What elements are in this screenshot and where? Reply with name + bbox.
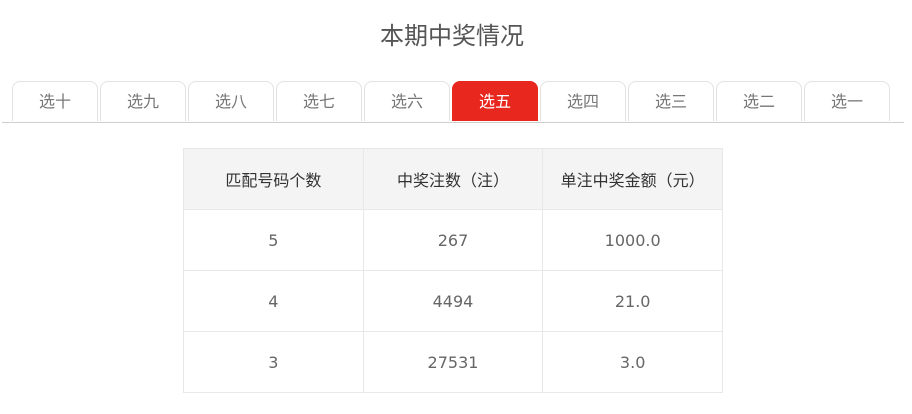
tab-select-6[interactable]: 选六 <box>364 81 450 121</box>
header-prize-amount: 单注中奖金额（元） <box>542 148 723 210</box>
tab-select-8[interactable]: 选八 <box>188 81 274 121</box>
tab-select-7[interactable]: 选七 <box>276 81 362 121</box>
tab-select-2[interactable]: 选二 <box>716 81 802 121</box>
tab-select-4[interactable]: 选四 <box>540 81 626 121</box>
tab-select-5[interactable]: 选五 <box>452 81 538 121</box>
tab-list: 选十 选九 选八 选七 选六 选五 选四 选三 选二 选一 <box>12 81 892 122</box>
tab-select-10[interactable]: 选十 <box>12 81 98 121</box>
table-row: 4 4494 21.0 <box>183 270 723 332</box>
table-header-row: 匹配号码个数 中奖注数（注） 单注中奖金额（元） <box>183 148 723 210</box>
prize-table: 匹配号码个数 中奖注数（注） 单注中奖金额（元） 5 267 1000.0 4 … <box>183 148 723 393</box>
cell-prize-amount: 3.0 <box>542 331 723 393</box>
cell-winning-bets: 4494 <box>362 270 544 332</box>
table-row: 5 267 1000.0 <box>183 209 723 271</box>
tab-select-3[interactable]: 选三 <box>628 81 714 121</box>
cell-match-count: 5 <box>183 209 364 271</box>
cell-match-count: 3 <box>183 331 364 393</box>
cell-prize-amount: 21.0 <box>542 270 723 332</box>
cell-match-count: 4 <box>183 270 364 332</box>
tab-select-1[interactable]: 选一 <box>804 81 890 121</box>
header-winning-bets: 中奖注数（注） <box>362 148 544 210</box>
page-title: 本期中奖情况 <box>380 22 524 50</box>
tab-bar: 选十 选九 选八 选七 选六 选五 选四 选三 选二 选一 <box>2 81 904 123</box>
cell-prize-amount: 1000.0 <box>542 209 723 271</box>
tab-select-9[interactable]: 选九 <box>100 81 186 121</box>
header-match-count: 匹配号码个数 <box>183 148 364 210</box>
cell-winning-bets: 267 <box>362 209 544 271</box>
cell-winning-bets: 27531 <box>362 331 544 393</box>
table-row: 3 27531 3.0 <box>183 331 723 393</box>
